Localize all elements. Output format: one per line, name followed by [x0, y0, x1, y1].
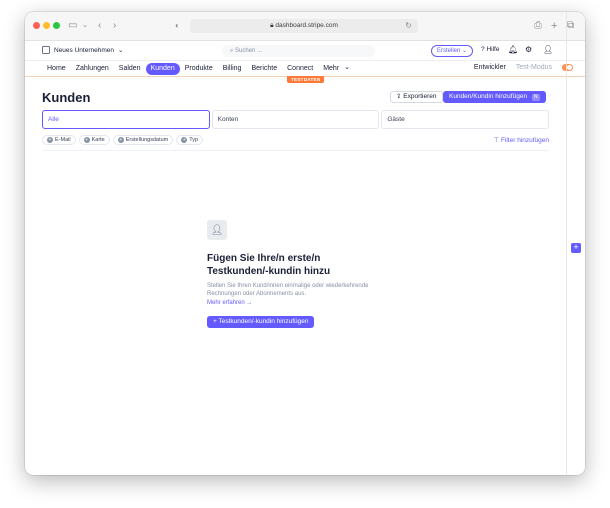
nav-item-connect[interactable]: Connect — [282, 63, 318, 75]
company-icon — [42, 46, 50, 54]
share-icon[interactable]: ⎙ — [534, 18, 542, 34]
export-button[interactable]: ⇪ Exportieren — [390, 91, 443, 103]
filter-chip[interactable]: + E-Mail — [42, 135, 76, 145]
nav-item-kunden[interactable]: Kunden — [145, 63, 180, 75]
filter-chip-label: Typ — [189, 137, 199, 143]
main-nav: Home Zahlungen Salden Kunden Produkte Billing… — [25, 61, 585, 77]
dashboard-topbar: Neues Unternehmen ⌄ ⌕ Suchen ... Erstell… — [25, 41, 585, 61]
page-title: Kunden — [42, 90, 91, 105]
export-label: Exportieren — [403, 93, 437, 100]
nav-item-produkte[interactable]: Produkte — [180, 63, 218, 75]
segment-tab[interactable]: Alle — [42, 110, 210, 129]
segment-tab[interactable]: Konten — [211, 110, 380, 129]
new-tab-icon[interactable]: + — [551, 18, 557, 34]
plus-icon: + — [83, 137, 90, 143]
customer-segments: Alle Konten Gäste — [42, 110, 550, 129]
chevron-down-icon: ⌄ — [462, 48, 468, 54]
developer-link[interactable]: Entwickler — [474, 64, 506, 71]
plus-icon: + — [117, 137, 124, 143]
filter-chip-label: E-Mail — [55, 137, 71, 143]
nav-item-salden[interactable]: Salden — [114, 63, 146, 75]
test-mode-label: Test-Modus — [515, 64, 552, 71]
nav-right: Entwickler Test-Modus — [474, 64, 573, 71]
lock-icon: 🔒︎ — [270, 22, 274, 29]
user-icon[interactable]: 👤︎ — [543, 45, 553, 54]
test-data-badge: TESTDATEN — [287, 76, 325, 83]
divider — [42, 150, 549, 151]
filter-chip-label: Erstellungsdatum — [125, 137, 169, 143]
filter-icon: ⊤ — [493, 137, 500, 144]
chevron-down-icon[interactable]: ⌄ — [82, 18, 88, 34]
search-placeholder: Suchen ... — [235, 48, 263, 54]
nav-item-home[interactable]: Home — [42, 63, 71, 75]
filter-chips: + E-Mail + Karte + Erstellungsdatum + Typ — [42, 135, 204, 145]
filter-chip-label: Karte — [91, 137, 105, 143]
minimize-window-button[interactable] — [43, 22, 50, 29]
add-customer-label: Kunden/Kundin hinzufügen — [449, 93, 528, 100]
filter-chip[interactable]: + Karte — [78, 135, 110, 145]
create-button-label: Erstellen — [437, 48, 461, 54]
shortcut-badge: N — [531, 94, 540, 101]
add-test-customer-button[interactable]: + Testkunden/-kundin hinzufügen — [207, 316, 315, 328]
filter-chip[interactable]: + Typ — [176, 135, 204, 145]
add-panel-icon[interactable]: + — [571, 243, 581, 253]
gear-icon[interactable]: ⚙ — [525, 45, 532, 54]
plus-icon: + — [181, 137, 188, 143]
url-text: dashboard.stripe.com — [275, 22, 338, 29]
nav-item-zahlungen[interactable]: Zahlungen — [71, 63, 114, 75]
reload-icon[interactable]: ↻ — [405, 19, 412, 33]
title-bar: ▭ ⌄ ‹ › ◐ 🔒︎ dashboard.stripe.com ↻ ⎙ + … — [25, 12, 585, 41]
nav-item-mehr[interactable]: Mehr — [318, 63, 344, 75]
segment-tab[interactable]: Gäste — [381, 110, 550, 129]
close-window-button[interactable] — [33, 22, 40, 29]
help-label: Hilfe — [486, 46, 500, 53]
help-button[interactable]: ? Hilfe — [481, 46, 499, 53]
customer-avatar-icon: 👤︎ — [207, 220, 227, 240]
help-icon: ? — [481, 46, 485, 53]
empty-state-headline: Fügen Sie Ihre/n erste/n Testkunden/-kun… — [207, 253, 331, 277]
company-name: Neues Unternehmen — [54, 46, 114, 54]
chevron-down-icon: ⌄ — [344, 64, 351, 71]
search-icon: ⌕ — [230, 48, 234, 54]
sidebar-icon[interactable]: ▭ — [68, 18, 77, 34]
add-customer-button[interactable]: Kunden/Kundin hinzufügen N — [443, 91, 546, 103]
chevron-right-icon[interactable]: › — [113, 18, 116, 34]
export-icon: ⇪ — [396, 93, 402, 100]
add-filter-button[interactable]: ⊤ Filter hinzufügen — [493, 136, 549, 144]
browser-window: ▭ ⌄ ‹ › ◐ 🔒︎ dashboard.stripe.com ↻ ⎙ + … — [25, 12, 585, 475]
nav-item-billing[interactable]: Billing — [218, 63, 247, 75]
learn-more-link[interactable]: Mehr erfahren → — [207, 300, 397, 306]
create-button[interactable]: Erstellen ⌄ — [431, 45, 474, 57]
nav-item-berichte[interactable]: Berichte — [246, 63, 282, 75]
zoom-window-button[interactable] — [53, 22, 60, 29]
plus-icon: + — [47, 137, 53, 143]
bell-icon[interactable]: 🔔︎ — [508, 45, 518, 54]
privacy-shield-icon[interactable]: ◐ — [175, 18, 180, 34]
company-switcher[interactable]: Neues Unternehmen ⌄ — [42, 46, 123, 54]
search-input[interactable]: ⌕ Suchen ... — [222, 45, 375, 57]
empty-state-description: Stellen Sie Ihren Kund/innen einmalige o… — [207, 283, 369, 297]
empty-state: 👤︎ Fügen Sie Ihre/n erste/n Testkunden/-… — [207, 220, 397, 328]
address-bar[interactable]: 🔒︎ dashboard.stripe.com ↻ — [190, 19, 418, 33]
chevron-down-icon: ⌄ — [117, 47, 124, 54]
nav-items: Home Zahlungen Salden Kunden Produkte Billing… — [42, 63, 350, 75]
add-filter-label: Filter hinzufügen — [500, 137, 549, 144]
chevron-left-icon[interactable]: ‹ — [98, 18, 101, 34]
filter-chip[interactable]: + Erstellungsdatum — [112, 135, 174, 145]
